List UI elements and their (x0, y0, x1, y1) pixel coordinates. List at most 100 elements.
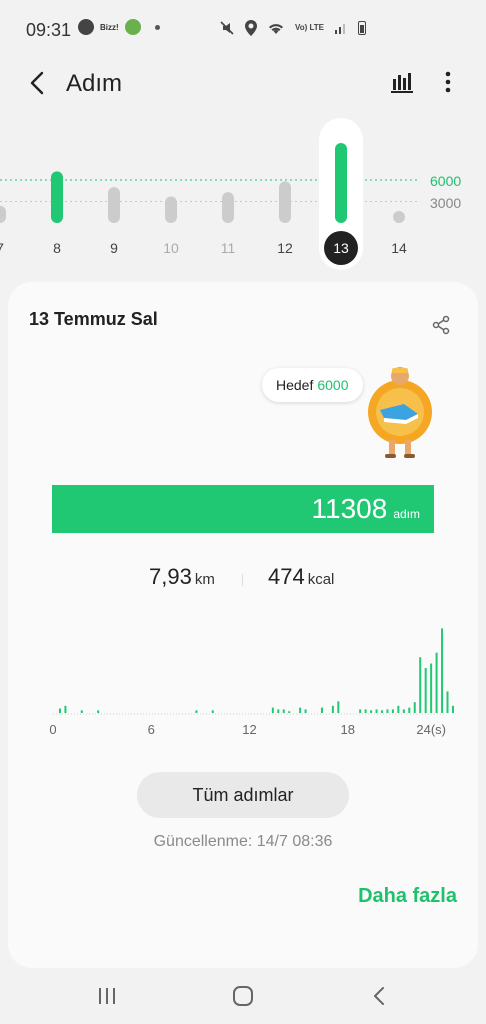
home-app-icon (124, 19, 141, 35)
share-icon (432, 315, 450, 335)
hourly-bar (299, 707, 302, 713)
stats-row: 7,93 km 474 kcal (8, 564, 478, 594)
mute-icon (220, 21, 234, 35)
calories-stat: 474 kcal (268, 564, 334, 590)
distance-unit: km (194, 571, 215, 588)
battery-icon (358, 21, 366, 35)
hourly-bar (277, 709, 280, 713)
updated-text: Güncellenme: 14/7 08:36 (153, 833, 333, 850)
week-strip: 7 8 9 10 11 12 13 14 6000 3000 (0, 115, 486, 275)
hourly-steps-chart: 0 6 12 18 24(s) (49, 628, 454, 737)
hourly-bar (441, 628, 444, 713)
app-bar: Adım (0, 60, 486, 104)
hourly-bar (446, 691, 449, 713)
hourly-bar (271, 707, 274, 713)
hourly-bar (370, 710, 373, 713)
hourly-bar (391, 709, 394, 713)
hourly-bar (282, 709, 285, 713)
notification-dot (154, 24, 160, 30)
page-title: Adım (66, 70, 123, 97)
hour-tick-label: 12 (242, 722, 256, 737)
more-options-button[interactable] (436, 68, 460, 96)
hourly-bar (413, 702, 416, 713)
home-button[interactable] (223, 980, 263, 1012)
day-label[interactable]: 10 (163, 240, 179, 256)
hour-tick-label: 24(s) (416, 722, 446, 737)
hour-tick-label: 18 (341, 722, 355, 737)
navigation-bar (0, 968, 486, 1024)
hour-tick-label: 6 (148, 722, 155, 737)
hourly-bar (430, 663, 433, 713)
hourly-bar (386, 709, 389, 713)
hourly-bar (364, 709, 367, 713)
steps-unit: adım (393, 507, 420, 521)
goal-label: 6000 (430, 173, 462, 189)
location-icon (244, 20, 257, 36)
calories-value: 474 (268, 564, 305, 589)
day-label[interactable]: 7 (0, 240, 4, 256)
more-link[interactable]: Daha fazla (358, 885, 457, 908)
system-back-button[interactable] (359, 980, 399, 1012)
all-steps-button[interactable]: Tüm adımlar (137, 772, 349, 818)
hourly-bar (64, 705, 67, 713)
status-right-icons: Vo) LTE (219, 20, 366, 36)
recent-apps-icon (99, 988, 115, 1004)
distance-value: 7,93 (149, 564, 192, 589)
status-bar: 09:31 Bizz! Vo) LTE (0, 0, 486, 60)
distance-stat: 7,93 km (149, 564, 215, 590)
chevron-left-icon (30, 71, 44, 95)
day-bar[interactable] (0, 205, 6, 223)
day-bar[interactable] (279, 181, 291, 223)
hour-tick-label: 0 (49, 722, 56, 737)
day-label[interactable]: 9 (110, 240, 118, 256)
hourly-bar (359, 709, 362, 713)
bar-chart-icon (391, 73, 413, 93)
status-left-icons: Bizz! (78, 19, 160, 35)
hourly-bar (288, 711, 291, 713)
day-label[interactable]: 14 (391, 240, 407, 256)
hourly-bar (397, 705, 400, 713)
recent-apps-button[interactable] (87, 980, 127, 1012)
app-icon (78, 19, 94, 35)
trends-button[interactable] (388, 68, 416, 96)
card-date: 13 Temmuz Sal (29, 309, 158, 329)
lte-icon: Vo) LTE (294, 23, 324, 32)
weekly-steps-chart: 7 8 9 10 11 12 13 14 (0, 118, 420, 270)
mascot-illustration (368, 367, 432, 458)
hourly-bar (424, 668, 427, 713)
hourly-bar (381, 710, 383, 713)
hourly-bar (80, 710, 83, 713)
day-bar[interactable] (335, 143, 347, 223)
share-button[interactable] (428, 312, 454, 338)
day-label[interactable]: 12 (277, 240, 293, 256)
day-bar[interactable] (222, 192, 234, 223)
back-icon (374, 987, 384, 1005)
day-bar[interactable] (393, 211, 405, 223)
back-button[interactable] (22, 68, 52, 98)
status-time: 09:31 (26, 20, 72, 40)
hourly-bar (97, 710, 100, 713)
stat-divider (242, 574, 243, 586)
day-label[interactable]: 8 (53, 240, 61, 256)
home-icon (233, 986, 253, 1006)
day-label[interactable]: 11 (221, 240, 236, 256)
day-bar[interactable] (165, 196, 177, 223)
hourly-bar (375, 709, 378, 713)
hourly-bar (419, 657, 422, 713)
day-label[interactable]: 13 (333, 240, 349, 256)
hourly-bar (408, 707, 411, 713)
day-bar[interactable] (51, 171, 63, 223)
target-value: 6000 (317, 377, 349, 393)
hourly-bar (195, 710, 198, 713)
hourly-bar (451, 705, 454, 713)
steps-total: 11308 adım (312, 493, 420, 525)
day-card: 13 Temmuz Sal Hedef 6000 11308 adım 7,93… (8, 282, 478, 968)
hourly-bar (337, 701, 340, 713)
bizz-icon: Bizz! (100, 22, 119, 32)
hourly-bar (211, 710, 214, 713)
day-bar[interactable] (108, 187, 120, 223)
more-vert-icon (445, 71, 451, 93)
steps-progress-bar: 11308 adım (52, 485, 434, 533)
hourly-bar (320, 707, 323, 713)
hourly-bar (435, 652, 438, 713)
